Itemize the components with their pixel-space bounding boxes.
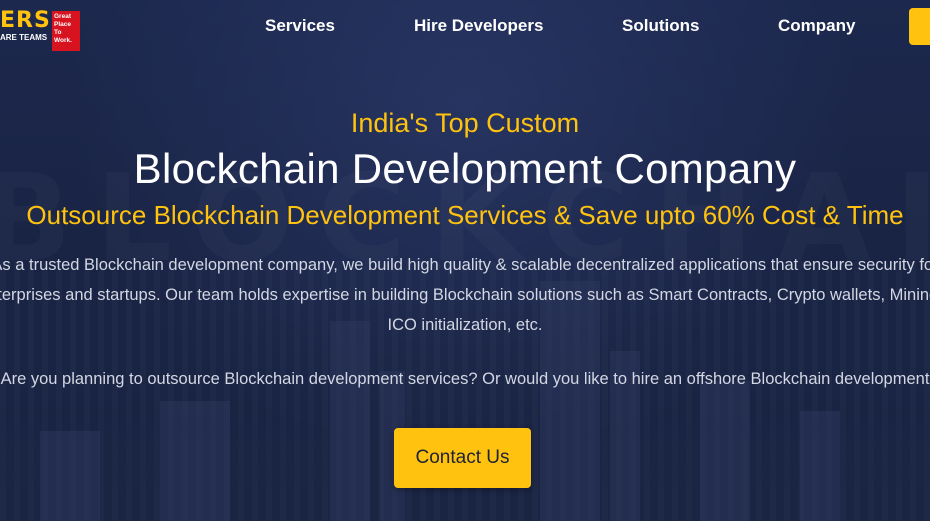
hero-eyebrow: India's Top Custom (350, 108, 580, 138)
hero-paragraph-line-3: ICO initialization, etc. (387, 316, 543, 334)
nav-services[interactable]: Services (265, 16, 335, 36)
great-place-to-work-badge: Great Place To Work. (52, 11, 80, 51)
hero-paragraph-line-2: enterprises and startups. Our team holds… (0, 286, 930, 304)
company-logo[interactable]: ERS ARE TEAMS Great Place To Work. (0, 8, 80, 51)
hero-paragraph-line-1: As a trusted Blockchain development comp… (0, 256, 930, 274)
hero-tagline: Outsource Blockchain Development Service… (26, 200, 904, 230)
logo-text: ERS (0, 8, 51, 33)
hero-title: Blockchain Development Company (133, 145, 797, 192)
nav-hire-developers[interactable]: Hire Developers (414, 16, 543, 36)
contact-us-button[interactable]: Contact Us (394, 428, 531, 488)
header-cta-button[interactable] (909, 8, 930, 45)
nav-company[interactable]: Company (778, 16, 855, 36)
nav-solutions[interactable]: Solutions (622, 16, 699, 36)
logo-subtext: ARE TEAMS (0, 33, 48, 42)
hero-paragraph-2: Are you planning to outsource Blockchain… (0, 370, 930, 388)
